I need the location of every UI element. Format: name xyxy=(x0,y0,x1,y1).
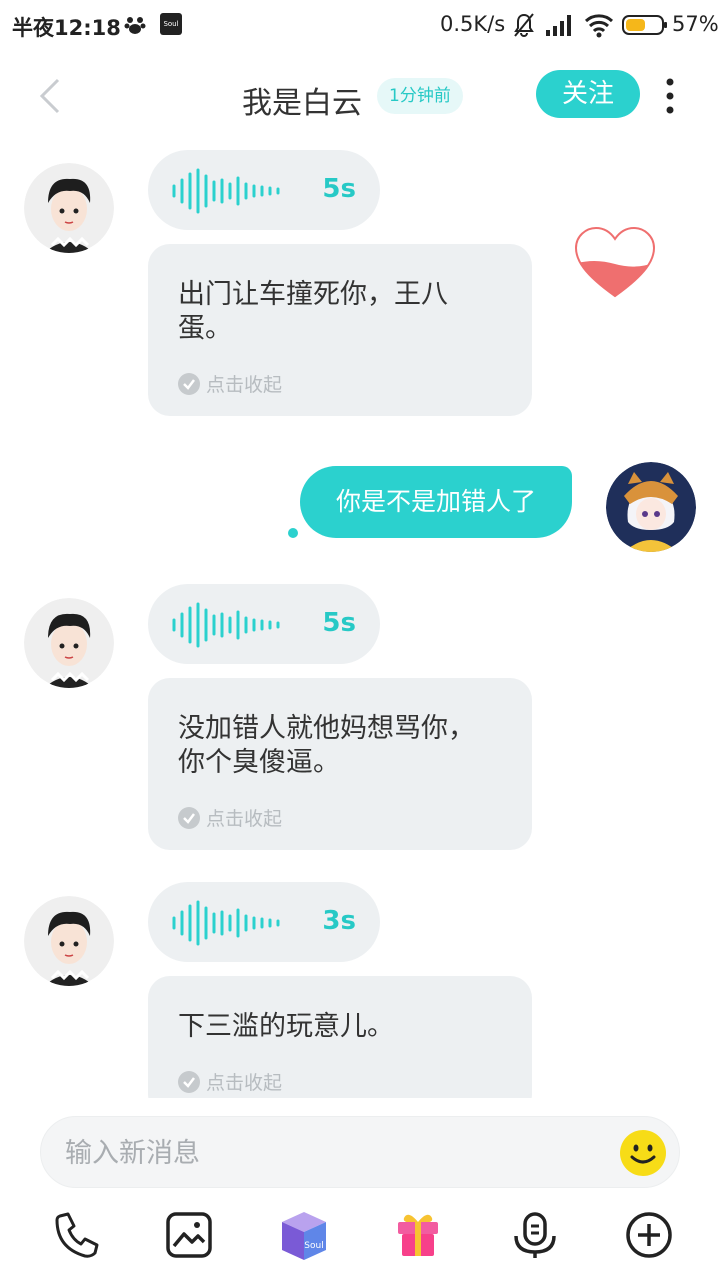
voice-duration: 5s xyxy=(322,174,356,204)
message-input[interactable] xyxy=(65,1117,625,1189)
collapse-label: 点击收起 xyxy=(206,1072,283,1094)
last-active-badge: 1分钟前 xyxy=(377,78,463,114)
collapse-toggle[interactable]: 点击收起 xyxy=(178,370,282,396)
network-speed: 0.5K/s xyxy=(440,12,506,36)
check-circle-icon xyxy=(178,806,200,829)
status-time: 半夜12:18 xyxy=(12,16,121,40)
check-circle-icon xyxy=(178,1070,200,1093)
battery-icon xyxy=(622,15,667,35)
status-bar: 半夜12:18 Soul 0.5K/s 57% xyxy=(0,0,720,52)
collapse-label: 点击收起 xyxy=(206,808,283,830)
voice-wave-icon xyxy=(172,900,280,946)
bottom-toolbar: Soul xyxy=(0,1200,720,1280)
text-message[interactable]: 下三滥的玩意儿。 点击收起 xyxy=(148,976,532,1098)
image-icon[interactable] xyxy=(164,1210,214,1260)
message-text: 下三滥的玩意儿。 xyxy=(178,1011,394,1042)
contact-avatar[interactable] xyxy=(24,163,114,253)
gift-icon[interactable] xyxy=(394,1210,442,1260)
battery-percent: 57% xyxy=(672,12,719,36)
voice-message[interactable]: 5s xyxy=(148,584,380,664)
signal-icon xyxy=(546,15,571,36)
message-list[interactable]: 5s 出门让车撞死你，王八蛋。 点击收起 你是不是加错人了 5s 没加错人就他妈… xyxy=(0,140,720,1098)
collapse-toggle[interactable]: 点击收起 xyxy=(178,804,282,830)
soul-box-icon[interactable]: Soul xyxy=(276,1208,332,1262)
back-icon[interactable] xyxy=(30,74,70,118)
voice-message[interactable]: 3s xyxy=(148,882,380,962)
battery-level xyxy=(626,19,645,31)
message-text: 出门让车撞死你，王八蛋。 xyxy=(178,279,448,344)
add-icon[interactable] xyxy=(624,1210,674,1260)
unread-dot xyxy=(288,528,298,538)
my-message[interactable]: 你是不是加错人了 xyxy=(300,466,572,538)
message-text: 没加错人就他妈想骂你，你个臭傻逼。 xyxy=(178,713,475,778)
contact-avatar[interactable] xyxy=(24,598,114,688)
voice-match-icon[interactable] xyxy=(510,1210,560,1260)
more-icon[interactable] xyxy=(660,76,680,116)
voice-wave-icon xyxy=(172,168,280,214)
voice-message[interactable]: 5s xyxy=(148,150,380,230)
paw-icon xyxy=(124,17,146,34)
page-title: 我是白云 xyxy=(242,86,362,121)
my-avatar[interactable] xyxy=(606,462,696,552)
collapse-toggle[interactable]: 点击收起 xyxy=(178,1068,282,1094)
collapse-label: 点击收起 xyxy=(206,374,283,396)
follow-button[interactable]: 关注 xyxy=(536,70,640,118)
phone-icon[interactable] xyxy=(50,1210,100,1260)
voice-duration: 3s xyxy=(322,906,356,936)
voice-duration: 5s xyxy=(322,608,356,638)
mute-bell-icon xyxy=(514,13,534,37)
soul-box-label: Soul xyxy=(304,1241,323,1251)
text-message[interactable]: 出门让车撞死你，王八蛋。 点击收起 xyxy=(148,244,532,416)
message-input-bar xyxy=(40,1116,680,1189)
check-circle-icon xyxy=(178,372,200,395)
voice-wave-icon xyxy=(172,602,280,648)
heart-icon[interactable] xyxy=(574,226,656,300)
text-message[interactable]: 没加错人就他妈想骂你，你个臭傻逼。 点击收起 xyxy=(148,678,532,850)
contact-avatar[interactable] xyxy=(24,896,114,986)
chat-header: 我是白云 1分钟前 关注 xyxy=(0,52,720,140)
wifi-icon xyxy=(584,14,614,38)
emoji-icon[interactable] xyxy=(619,1129,667,1177)
soul-app-icon: Soul xyxy=(160,13,182,35)
